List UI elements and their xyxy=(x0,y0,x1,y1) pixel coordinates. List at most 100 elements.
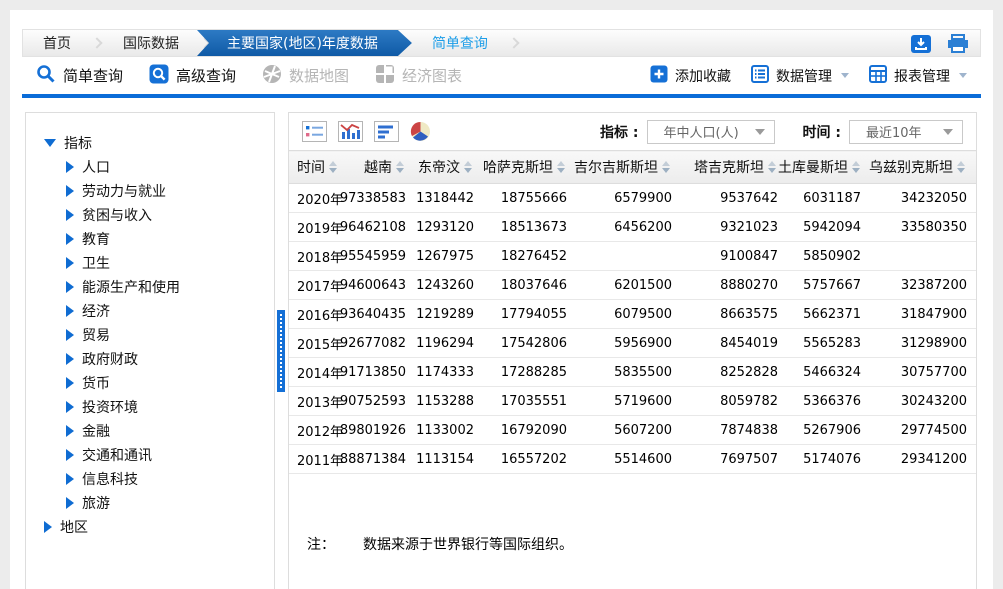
breadcrumb-simple-query[interactable]: 简单查询 xyxy=(412,30,508,56)
tree-node-旅游[interactable]: 旅游 xyxy=(26,491,274,515)
tree-node-政府财政[interactable]: 政府财政 xyxy=(26,347,274,371)
sort-header[interactable]: 乌兹别克斯坦 xyxy=(869,157,967,177)
simple-query-button[interactable]: 简单查询 xyxy=(36,64,123,88)
advanced-query-button[interactable]: 高级查询 xyxy=(149,64,236,88)
window-actions xyxy=(909,33,970,55)
value-cell: 31847900 xyxy=(861,300,976,329)
tree-node-label: 政府财政 xyxy=(82,349,138,369)
tree-node-贫困与收入[interactable]: 贫困与收入 xyxy=(26,203,274,227)
value-cell: 5719600 xyxy=(567,387,672,416)
chevron-down-icon xyxy=(841,73,849,78)
value-cell: 88871384 xyxy=(336,445,406,474)
sort-header[interactable]: 塔吉克斯坦 xyxy=(694,157,778,177)
value-cell: 8252828 xyxy=(672,358,778,387)
column-header-越南: 越南 xyxy=(336,151,406,184)
tree-node-教育[interactable]: 教育 xyxy=(26,227,274,251)
value-cell: 5850902 xyxy=(778,242,861,271)
value-cell: 29774500 xyxy=(861,416,976,445)
note-prefix: 注： xyxy=(307,534,335,554)
tree-node-经济[interactable]: 经济 xyxy=(26,299,274,323)
hbar-view-icon[interactable] xyxy=(374,121,399,142)
report-manage-button[interactable]: 报表管理 xyxy=(869,65,967,87)
column-header-吉尔吉斯斯坦: 吉尔吉斯斯坦 xyxy=(567,151,672,184)
breadcrumb-home[interactable]: 首页 xyxy=(23,30,91,56)
tree-node-交通和通讯[interactable]: 交通和通讯 xyxy=(26,443,274,467)
table-row: 2020年97338583131844218755666657990095376… xyxy=(289,184,976,213)
tree-node-label: 地区 xyxy=(60,517,88,537)
sort-header[interactable]: 时间 xyxy=(297,157,339,177)
download-icon[interactable] xyxy=(909,33,933,55)
sort-arrows-icon xyxy=(396,161,404,173)
column-header-乌兹别克斯坦: 乌兹别克斯坦 xyxy=(861,151,976,184)
value-cell xyxy=(567,242,672,271)
sort-header[interactable]: 越南 xyxy=(364,157,406,177)
economy-chart-label: 经济图表 xyxy=(402,65,462,86)
year-cell: 2015年 xyxy=(289,329,336,358)
economy-chart-button[interactable]: 经济图表 xyxy=(375,64,462,88)
table-row: 2011年88871384111315416557202551460076975… xyxy=(289,445,976,474)
sort-header[interactable]: 哈萨克斯坦 xyxy=(483,157,567,177)
value-cell: 32387200 xyxy=(861,271,976,300)
caret-right-icon xyxy=(66,425,74,437)
tree-node-label: 教育 xyxy=(82,229,110,249)
tree-node-投资环境[interactable]: 投资环境 xyxy=(26,395,274,419)
value-cell: 5267906 xyxy=(778,416,861,445)
breadcrumb-international-data[interactable]: 国际数据 xyxy=(103,30,199,56)
value-cell: 8880270 xyxy=(672,271,778,300)
column-header-label: 乌兹别克斯坦 xyxy=(869,157,953,177)
value-cell: 17035551 xyxy=(474,387,567,416)
tree-node-label: 投资环境 xyxy=(82,397,138,417)
advanced-search-icon xyxy=(149,64,169,88)
chevron-right-icon xyxy=(508,37,519,48)
value-cell: 93640435 xyxy=(336,300,406,329)
column-header-label: 吉尔吉斯斯坦 xyxy=(574,157,658,177)
tree-node-地区[interactable]: 地区 xyxy=(26,515,274,539)
tree-node-指标[interactable]: 指标 xyxy=(26,131,274,155)
sort-header[interactable]: 东帝汶 xyxy=(418,157,474,177)
column-header-哈萨克斯坦: 哈萨克斯坦 xyxy=(474,151,567,184)
table-row: 2013年90752593115328817035551571960080597… xyxy=(289,387,976,416)
tree-node-信息科技[interactable]: 信息科技 xyxy=(26,467,274,491)
year-cell: 2019年 xyxy=(289,213,336,242)
caret-right-icon xyxy=(66,281,74,293)
value-cell: 5662371 xyxy=(778,300,861,329)
time-select[interactable]: 最近10年 xyxy=(849,120,963,144)
value-cell: 29341200 xyxy=(861,445,976,474)
splitter-handle[interactable] xyxy=(277,310,285,392)
search-icon xyxy=(36,64,56,88)
list-view-icon[interactable] xyxy=(302,121,327,142)
column-header-label: 越南 xyxy=(364,157,392,177)
tree-node-货币[interactable]: 货币 xyxy=(26,371,274,395)
value-cell: 1219289 xyxy=(406,300,474,329)
add-favorite-button[interactable]: 添加收藏 xyxy=(650,65,731,87)
pie-chart-view-icon[interactable] xyxy=(410,121,431,142)
tree-node-贸易[interactable]: 贸易 xyxy=(26,323,274,347)
sort-header[interactable]: 土库曼斯坦 xyxy=(778,157,862,177)
value-cell: 31298900 xyxy=(861,329,976,358)
column-header-label: 东帝汶 xyxy=(418,157,460,177)
indicator-tree-panel: 指标人口劳动力与就业贫困与收入教育卫生能源生产和使用经济贸易政府财政货币投资环境… xyxy=(25,112,275,589)
tree-node-能源生产和使用[interactable]: 能源生产和使用 xyxy=(26,275,274,299)
column-header-label: 土库曼斯坦 xyxy=(778,157,848,177)
value-cell: 6579900 xyxy=(567,184,672,213)
report-manage-label: 报表管理 xyxy=(894,66,950,86)
value-cell: 30243200 xyxy=(861,387,976,416)
data-manage-button[interactable]: 数据管理 xyxy=(751,65,849,87)
print-icon[interactable] xyxy=(946,33,970,55)
indicator-select[interactable]: 年中人口(人) xyxy=(647,120,775,144)
sort-arrows-icon xyxy=(329,161,337,173)
tree-node-劳动力与就业[interactable]: 劳动力与就业 xyxy=(26,179,274,203)
chevron-down-icon xyxy=(943,129,953,135)
breadcrumb: 首页 国际数据 主要国家(地区)年度数据 简单查询 xyxy=(22,29,981,57)
data-map-button[interactable]: 数据地图 xyxy=(262,64,349,88)
sort-header[interactable]: 吉尔吉斯斯坦 xyxy=(574,157,672,177)
breadcrumb-active-tab[interactable]: 主要国家(地区)年度数据 xyxy=(197,30,412,56)
value-cell: 17794055 xyxy=(474,300,567,329)
year-cell: 2013年 xyxy=(289,387,336,416)
tree-node-卫生[interactable]: 卫生 xyxy=(26,251,274,275)
tree-node-人口[interactable]: 人口 xyxy=(26,155,274,179)
note-text: 数据来源于世界银行等国际组织。 xyxy=(363,534,573,554)
bar-chart-view-icon[interactable] xyxy=(338,121,363,142)
tree-node-金融[interactable]: 金融 xyxy=(26,419,274,443)
chevron-down-icon xyxy=(959,73,967,78)
